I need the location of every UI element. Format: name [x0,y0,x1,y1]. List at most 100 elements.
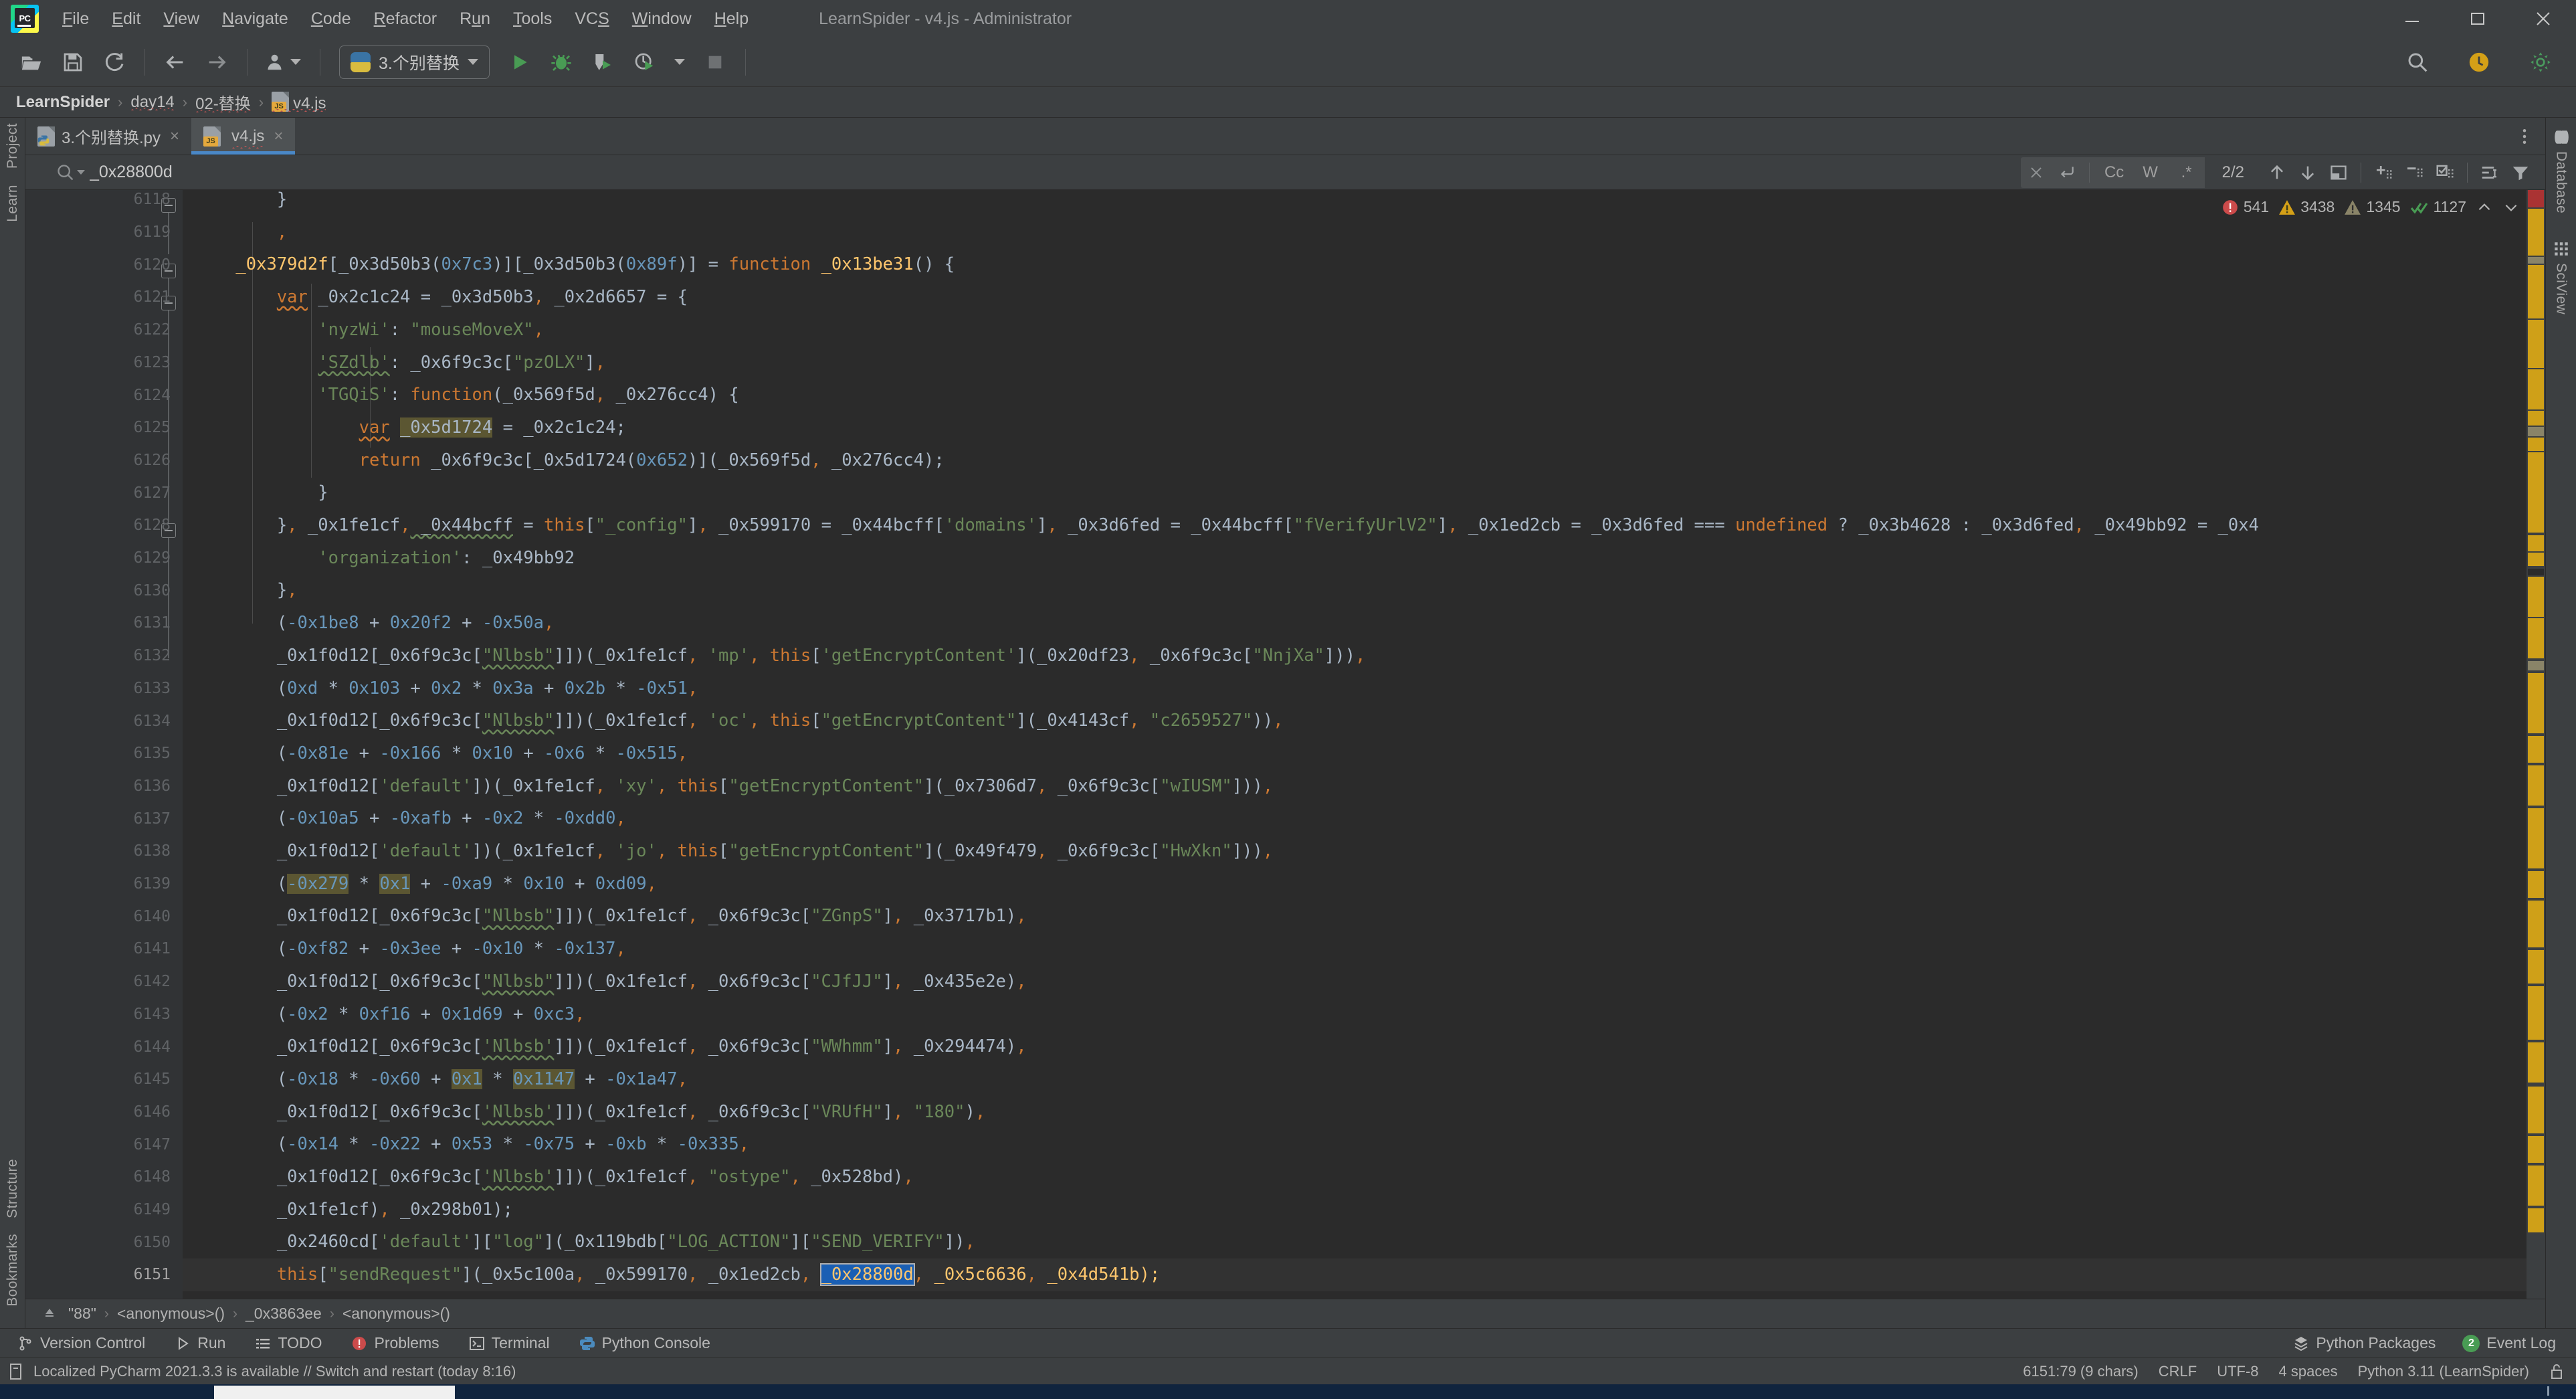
line-number[interactable]: 6139 [49,868,183,901]
error-stripe[interactable] [2528,320,2544,368]
code-line[interactable]: this["sendRequest"](_0x5c100a, _0x599170… [183,1258,2527,1291]
code-line[interactable]: (-0x10a5 + -0xafb + -0x2 * -0xdd0, [183,802,2527,835]
error-stripe[interactable] [2528,438,2544,451]
settings-icon[interactable] [2523,45,2558,80]
line-number[interactable]: 6150 [49,1226,183,1258]
error-stripe[interactable] [2528,569,2544,575]
code-line[interactable]: 'SZdlb': _0x6f9c3c["pzOLX"], [183,347,2527,379]
line-number[interactable]: 6140 [49,900,183,933]
code-line[interactable]: _0x1f0d12[_0x6f9c3c['Nlbsb']])(_0x1fe1cf… [183,1096,2527,1129]
code-line[interactable]: var _0x5d1724 = _0x2c1c24; [183,411,2527,444]
debug-icon[interactable] [544,45,579,80]
sidebar-item-bookmarks[interactable]: Bookmarks [5,1234,21,1307]
code-line[interactable]: 'TGQiS': function(_0x569f5d, _0x276cc4) … [183,379,2527,411]
menu-window[interactable]: Window [621,5,703,33]
code-line[interactable]: (-0x81e + -0x166 * 0x10 + -0x6 * -0x515, [183,737,2527,770]
code-line[interactable]: (-0x18 * -0x60 + 0x1 * 0x1147 + -0x1a47, [183,1063,2527,1096]
line-number[interactable]: 6138 [49,835,183,868]
status-notification[interactable]: Localized PyCharm 2021.3.3 is available … [33,1363,516,1380]
error-stripe[interactable] [2528,765,2544,806]
tool-version-control[interactable]: Version Control [17,1334,145,1352]
error-stripe[interactable] [2528,950,2544,984]
error-stripe[interactable] [2528,427,2544,436]
file-encoding[interactable]: UTF-8 [2217,1363,2258,1380]
code-line[interactable]: _0x1f0d12['default'])(_0x1fe1cf, 'jo', t… [183,835,2527,868]
menu-vcs[interactable]: VCS [563,5,620,33]
profile-icon[interactable] [627,45,662,80]
sidebar-item-database[interactable]: Database [2553,128,2570,213]
tool-todo[interactable]: TODO [255,1334,322,1352]
code-line[interactable]: _0x1f0d12[_0x6f9c3c['Nlbsb']])(_0x1fe1cf… [183,1030,2527,1063]
menu-tools[interactable]: Tools [502,5,563,33]
ide-notification-icon[interactable] [8,1363,24,1380]
error-stripe[interactable] [2528,901,2544,947]
line-number[interactable]: 6151 [49,1258,183,1291]
code-line[interactable]: _0x1f0d12[_0x6f9c3c["Nlbsb"]])(_0x1fe1cf… [183,705,2527,737]
sidebar-item-learn[interactable]: Learn [5,185,21,222]
struct-item-2[interactable]: _0x3863ee [245,1305,322,1323]
line-number[interactable]: 6147 [49,1128,183,1161]
code-line[interactable]: 'nyzWi': "mouseMoveX", [183,314,2527,347]
error-stripe[interactable] [2528,1136,2544,1163]
whole-words-toggle[interactable]: W [2132,157,2169,188]
code-line[interactable]: (0xd * 0x103 + 0x2 * 0x3a + 0x2b * -0x51… [183,672,2527,705]
error-stripe[interactable] [2528,553,2544,566]
open-folder-icon[interactable] [14,45,49,80]
line-number[interactable]: 6144 [49,1030,183,1063]
tool-python-console[interactable]: Python Console [579,1334,710,1352]
breadcrumb-day14[interactable]: day14 [124,93,181,112]
code-line[interactable]: } [183,476,2527,509]
tool-terminal[interactable]: Terminal [469,1334,550,1352]
struct-item-1[interactable]: <anonymous>() [117,1305,225,1323]
line-number[interactable]: 6131 [49,607,183,640]
line-number[interactable]: 6128 [49,509,183,542]
maximize-icon[interactable] [2445,0,2510,37]
code-content[interactable]: } , _0x379d2f[_0x3d50b3(0x7c3)][_0x3d50b… [183,190,2527,1299]
breadcrumb-file[interactable]: JS v4.js [265,91,332,113]
error-stripe[interactable] [2528,1208,2544,1232]
match-case-toggle[interactable]: Cc [2096,157,2133,188]
code-line[interactable]: (-0x1be8 + 0x20f2 + -0x50a, [183,607,2527,640]
code-editor[interactable]: 6118 6119 6120 6121 6122 6123 6124 6125 6126 6127… [25,190,2545,1299]
line-number[interactable]: 6148 [49,1161,183,1194]
error-stripe[interactable] [2528,1042,2544,1083]
line-number[interactable]: 6118 [49,190,183,216]
line-number[interactable]: 6123 [49,347,183,379]
code-line[interactable]: (-0xf82 + -0x3ee + -0x10 * -0x137, [183,933,2527,965]
line-number[interactable]: 6152 [49,1291,183,1299]
tab-3gebieti-py[interactable]: 3.个别替换.py × [25,118,191,155]
show-filter-lines-icon[interactable] [2474,157,2505,188]
line-separator[interactable]: CRLF [2159,1363,2197,1380]
code-line[interactable]: var _0x2c1c24 = _0x3d50b3, _0x2d6657 = { [183,281,2527,314]
error-stripe[interactable] [2528,736,2544,763]
search-input[interactable] [90,163,2021,182]
line-number[interactable]: 6135 [49,737,183,770]
close-icon[interactable]: × [274,127,283,146]
line-number[interactable]: 6130 [49,574,183,607]
code-line[interactable]: _0x1f0d12[_0x6f9c3c["Nlbsb"]])(_0x1fe1cf… [183,900,2527,933]
line-number[interactable]: 6134 [49,705,183,737]
navigate-back-icon[interactable] [158,45,193,80]
error-stripe[interactable] [2528,411,2544,426]
sidebar-item-structure[interactable]: Structure [5,1159,21,1218]
regex-toggle[interactable]: .* [2168,157,2205,188]
error-stripe[interactable] [2528,661,2544,670]
menu-edit[interactable]: Edit [100,5,152,33]
close-icon[interactable] [2510,0,2576,37]
struct-item-0[interactable]: "88" [68,1305,96,1323]
error-stripe[interactable] [2528,535,2544,551]
line-number[interactable]: 6133 [49,672,183,705]
code-line[interactable]: }, _0x1fe1cf, _0x44bcff = this["_config"… [183,509,2527,542]
menu-help[interactable]: Help [703,5,760,33]
error-stripe[interactable] [2528,1165,2544,1206]
line-number[interactable]: 6146 [49,1096,183,1129]
menu-navigate[interactable]: Navigate [211,5,300,33]
reload-from-disk-icon[interactable] [97,45,132,80]
struct-item-3[interactable]: <anonymous>() [342,1305,450,1323]
filter-icon[interactable] [2505,157,2536,188]
close-icon[interactable]: × [170,127,179,146]
line-number[interactable]: 6142 [49,965,183,998]
error-stripe[interactable] [2528,986,2544,1040]
find-next-icon[interactable] [2292,157,2323,188]
inspections-widget[interactable]: 541 3438 1345 1127 [2215,195,2525,219]
